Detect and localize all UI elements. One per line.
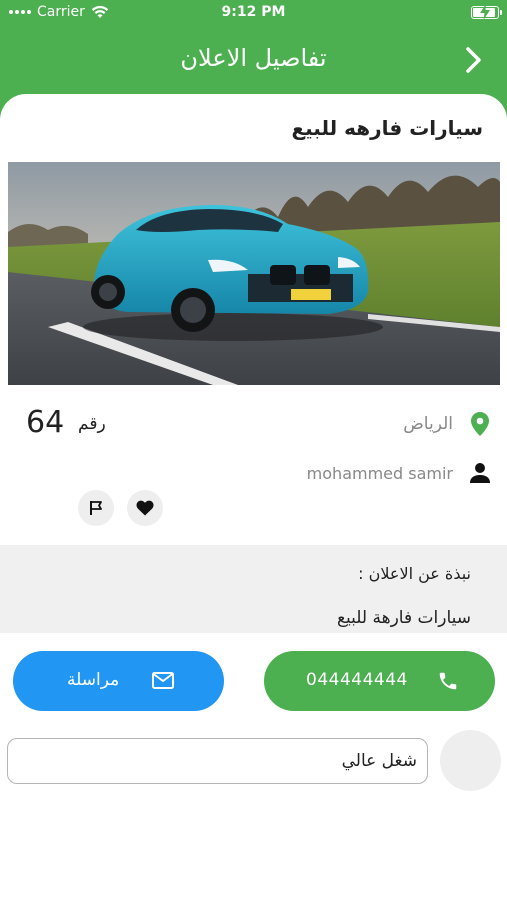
price-value: 64	[26, 405, 65, 440]
report-button[interactable]	[78, 490, 114, 526]
ad-photo[interactable]	[8, 162, 500, 385]
price-label: رقم	[78, 414, 106, 434]
status-bar: Carrier 9:12 PM	[0, 0, 507, 26]
page-title: تفاصيل الاعلان	[180, 44, 327, 72]
comment-input[interactable]	[7, 738, 428, 784]
location-pin-icon	[471, 412, 489, 436]
chevron-right-icon[interactable]	[463, 46, 485, 74]
flag-icon	[90, 501, 102, 515]
favorite-button[interactable]	[127, 490, 163, 526]
ad-owner-name[interactable]: mohammed samir	[307, 464, 453, 483]
car-photo-image	[8, 162, 500, 385]
mail-icon	[152, 672, 174, 689]
battery-icon	[471, 4, 502, 20]
message-button[interactable]: مراسلة	[13, 651, 224, 711]
description-label: نبذة عن الاعلان :	[358, 564, 471, 583]
status-time: 9:12 PM	[221, 4, 286, 20]
user-icon	[470, 463, 490, 483]
call-button[interactable]: 044444444	[264, 651, 495, 711]
description-text: سيارات فارهة للبيع	[336, 608, 471, 628]
charging-bolt-icon	[480, 4, 490, 20]
phone-icon	[439, 672, 457, 690]
ad-city: الرياض	[403, 414, 453, 434]
avatar	[440, 730, 501, 791]
heart-icon	[136, 500, 154, 516]
call-button-label: 044444444	[306, 670, 408, 690]
ad-details-screen: Carrier 9:12 PM تفاصيل الاعلان سيارات فا…	[0, 0, 507, 900]
message-button-label: مراسلة	[67, 670, 120, 690]
ad-title: سيارات فارهه للبيع	[291, 116, 483, 140]
